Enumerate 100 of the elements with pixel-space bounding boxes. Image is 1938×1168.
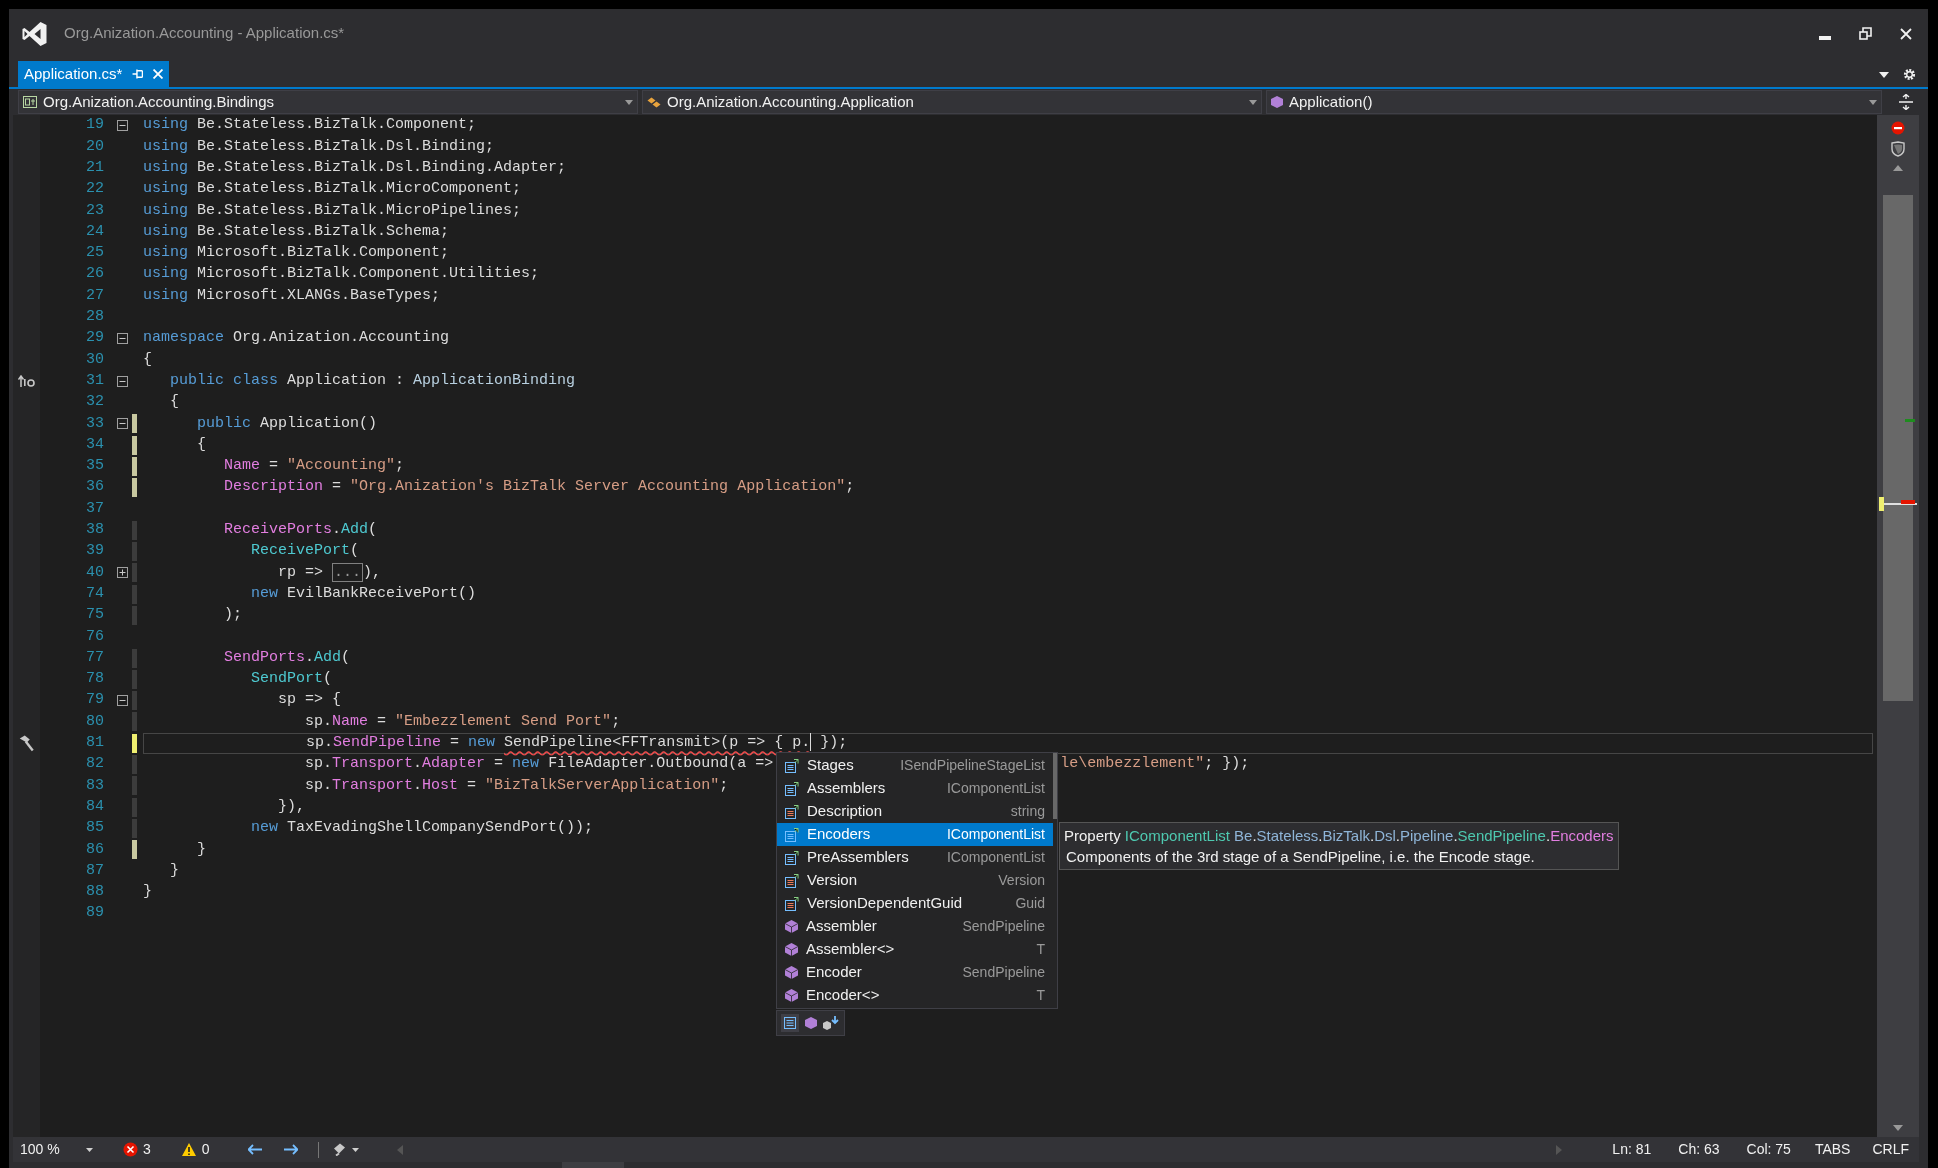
- line-number: 23: [86, 201, 104, 219]
- code-line: {: [143, 349, 152, 370]
- extension-filter-button[interactable]: [823, 1015, 840, 1031]
- caret-icon: [1869, 99, 1877, 105]
- error-count[interactable]: 3: [143, 1139, 151, 1160]
- error-icon: [1891, 121, 1905, 135]
- code-line: using Be.Stateless.BizTalk.Dsl.Binding.Adapter;: [143, 158, 567, 178]
- line-number: 27: [86, 286, 104, 304]
- scrollbar-thumb[interactable]: [1883, 195, 1913, 701]
- line-number: 74: [86, 584, 104, 602]
- line-number: 37: [86, 499, 104, 517]
- indent-mode[interactable]: TABS: [1814, 1139, 1851, 1160]
- line-number: 24: [86, 222, 104, 240]
- line-number: 22: [86, 180, 104, 198]
- completion-item[interactable]: Encoder SendPipeline: [777, 961, 1053, 984]
- expand-toggle-icon[interactable]: [116, 567, 128, 579]
- completion-item[interactable]: Encoders IComponentList: [777, 823, 1053, 846]
- code-line: }: [170, 860, 180, 881]
- implements-icon[interactable]: [17, 374, 36, 388]
- completion-item[interactable]: VersionDependentGuid Guid: [777, 892, 1053, 915]
- line-number: 32: [86, 393, 104, 411]
- code-line: new EvilBankReceivePort(): [251, 583, 477, 604]
- close-icon[interactable]: [153, 69, 164, 79]
- scrollbar-thumb[interactable]: [1053, 753, 1057, 819]
- property-filter-button[interactable]: [781, 1014, 799, 1032]
- code-line: ReceivePort(: [251, 541, 360, 562]
- line-number: 82: [86, 755, 104, 773]
- line-number: 38: [86, 521, 104, 539]
- code-line: sp.Transport.Host = "BizTalkServerApplication";: [305, 775, 729, 796]
- cube-icon: [785, 920, 798, 933]
- line-number: 25: [86, 244, 104, 262]
- code-line: SendPort(: [251, 669, 333, 690]
- settings-icon[interactable]: [1903, 68, 1916, 81]
- line-number: 36: [86, 478, 104, 496]
- scroll-down-arrow-icon[interactable]: [1893, 1125, 1903, 1131]
- restore-button[interactable]: [1859, 27, 1872, 40]
- completion-item[interactable]: Stages ISendPipelineStageList: [777, 754, 1053, 777]
- line-number: 85: [86, 819, 104, 837]
- forward-arrow-icon[interactable]: [282, 1144, 298, 1155]
- code-line: }: [143, 882, 152, 903]
- completion-item[interactable]: Assembler<> T: [777, 938, 1053, 961]
- line-number: 34: [86, 435, 104, 453]
- line-number: 29: [86, 329, 104, 347]
- change-marker: [1905, 419, 1915, 422]
- line-number: 84: [86, 797, 104, 815]
- vertical-scrollbar[interactable]: [1877, 115, 1919, 1137]
- completion-item[interactable]: Assembler SendPipeline: [777, 915, 1053, 938]
- back-arrow-icon[interactable]: [247, 1144, 263, 1155]
- line-number: 80: [86, 712, 104, 730]
- column-indicator: Col: 75: [1746, 1140, 1791, 1159]
- code-line: using Microsoft.BizTalk.Component;: [143, 243, 450, 264]
- line-number: 20: [86, 137, 104, 155]
- line-number: 39: [86, 542, 104, 560]
- code-line: {: [197, 434, 207, 455]
- line-number: 26: [86, 265, 104, 283]
- code-line: }: [197, 839, 207, 860]
- property-icon: [785, 827, 799, 842]
- split-window-icon[interactable]: [1898, 94, 1914, 110]
- line-ending-mode[interactable]: CRLF: [1872, 1139, 1909, 1160]
- navigation-dropdown[interactable]: Org.Anization.Accounting.Bindings: [18, 90, 638, 114]
- navigation-dropdown[interactable]: Org.Anization.Accounting.Application: [642, 90, 1262, 114]
- warning-count[interactable]: 0: [201, 1139, 210, 1160]
- line-number: 88: [86, 883, 104, 901]
- completion-item[interactable]: Description string: [777, 800, 1053, 823]
- warning-icon[interactable]: [180, 1142, 197, 1157]
- completion-item[interactable]: Assemblers IComponentList: [777, 777, 1053, 800]
- collapse-toggle-icon[interactable]: [116, 120, 128, 132]
- code-line: rp => ...),: [278, 561, 382, 584]
- code-line: Description = "Org.Anization's BizTalk Server Accounting Application";: [224, 477, 855, 498]
- cube-icon: [785, 943, 798, 956]
- collapse-toggle-icon[interactable]: [116, 375, 128, 387]
- line-number: 79: [86, 691, 104, 709]
- collapse-toggle-icon[interactable]: [116, 695, 128, 707]
- zoom-dropdown[interactable]: 100 %: [13, 1137, 93, 1162]
- close-button[interactable]: [1900, 27, 1912, 40]
- file-tab[interactable]: Application.cs*: [18, 61, 170, 87]
- error-icon[interactable]: [123, 1142, 138, 1157]
- code-line: using Be.Stateless.BizTalk.Schema;: [143, 221, 450, 242]
- completion-item[interactable]: Encoder<> T: [777, 984, 1053, 1007]
- hammer-icon[interactable]: [19, 734, 34, 752]
- pin-icon[interactable]: [132, 69, 144, 79]
- collapse-toggle-icon[interactable]: [116, 418, 128, 430]
- brush-dropdown[interactable]: [332, 1143, 359, 1156]
- navigation-dropdown[interactable]: Application(): [1266, 90, 1882, 114]
- caret-icon: [1249, 99, 1257, 105]
- code-line: ReceivePorts.Add(: [224, 520, 378, 541]
- property-icon: [785, 850, 799, 865]
- cube-icon: [785, 989, 798, 1002]
- property-icon: [785, 781, 799, 796]
- completion-item[interactable]: PreAssemblers IComponentList: [777, 846, 1053, 869]
- code-line: le\embezzlement"; });: [1060, 754, 1250, 775]
- collapse-toggle-icon[interactable]: [116, 333, 128, 345]
- minimize-button[interactable]: [1819, 35, 1831, 40]
- scroll-up-arrow-icon[interactable]: [1893, 165, 1903, 171]
- method-filter-button[interactable]: [805, 1017, 817, 1029]
- line-number: 19: [86, 116, 104, 134]
- code-line: sp.Name = "Embezzlement Send Port";: [305, 711, 621, 732]
- line-number: 40: [86, 563, 104, 581]
- completion-item[interactable]: Version Version: [777, 869, 1053, 892]
- dropdown-caret-icon[interactable]: [1879, 71, 1889, 78]
